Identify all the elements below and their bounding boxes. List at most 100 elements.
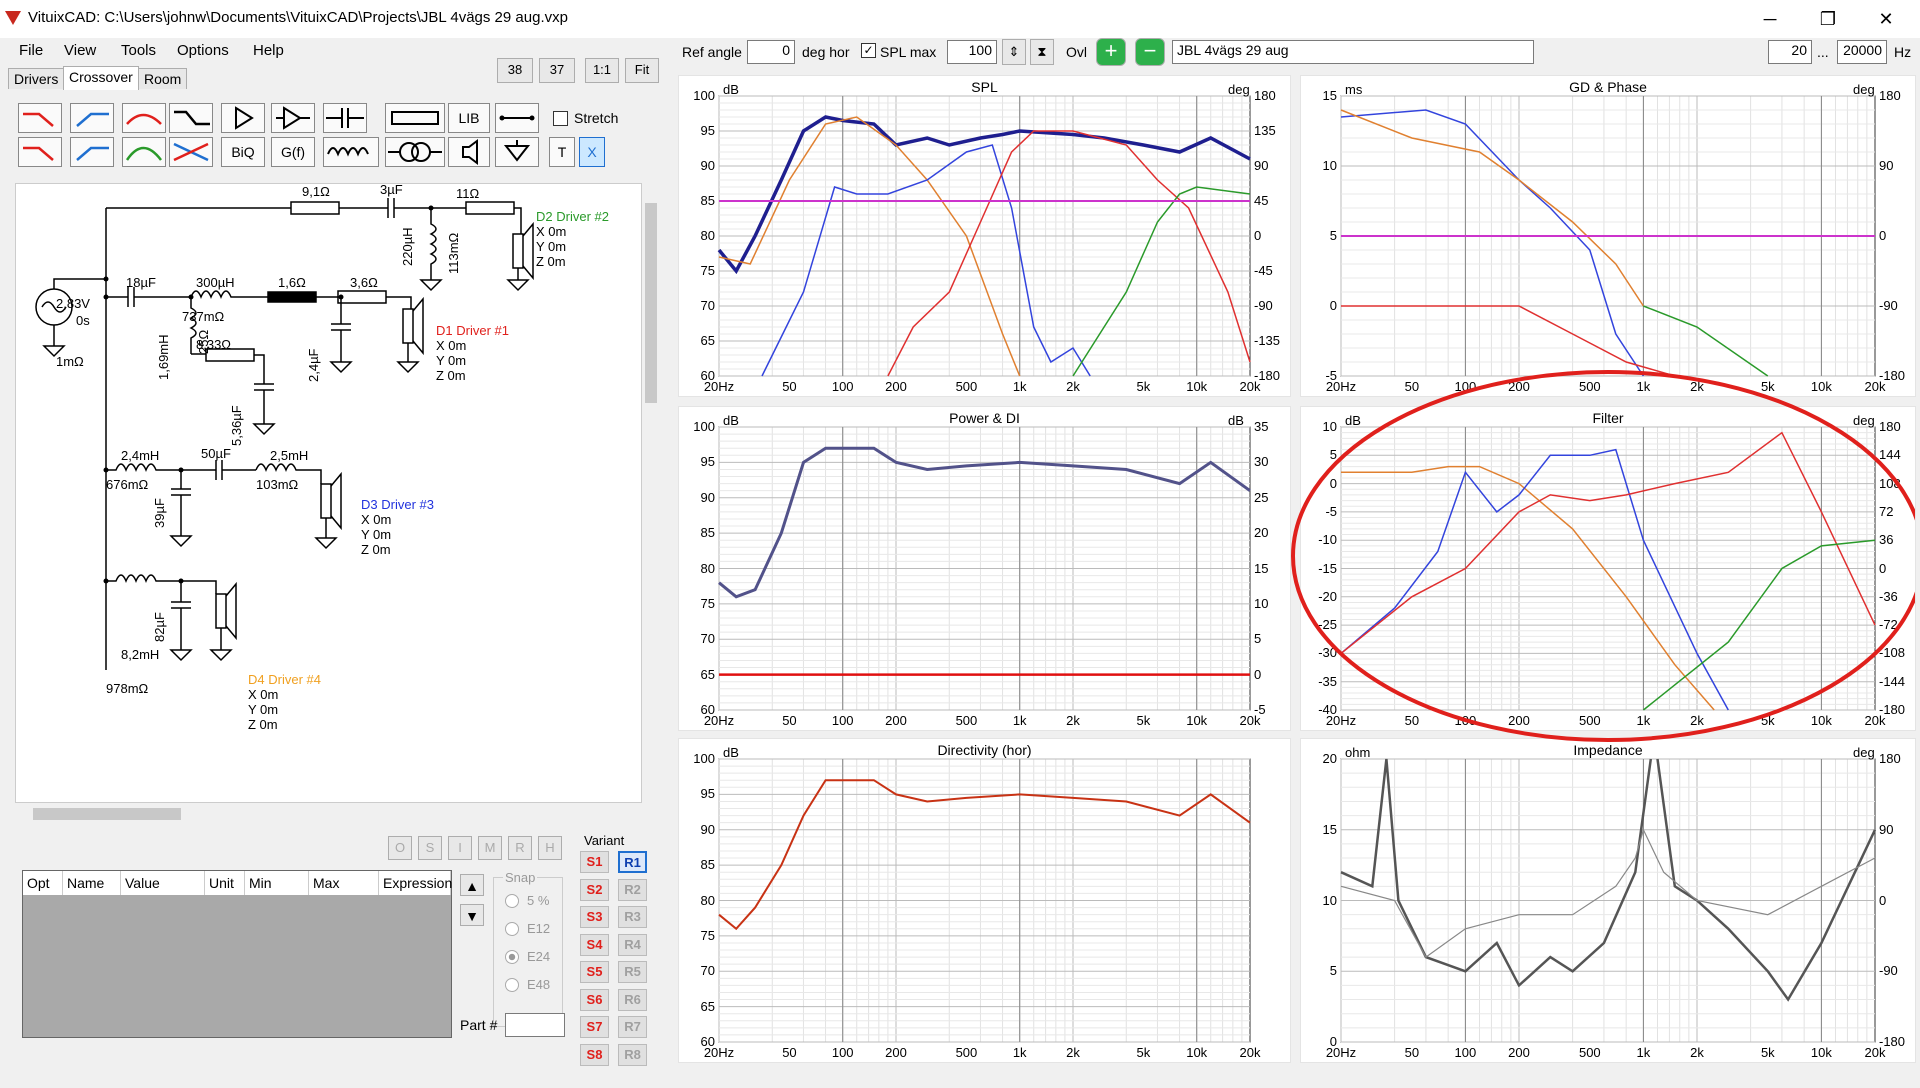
delete-tool[interactable]: X [579, 137, 605, 167]
menu-options[interactable]: Options [173, 40, 233, 61]
component-label[interactable]: 113mΩ [446, 233, 461, 274]
project-name-input[interactable]: JBL 4vägs 29 aug [1172, 40, 1534, 64]
bandpass-tool[interactable] [122, 103, 166, 133]
capacitor-tool[interactable] [323, 103, 367, 133]
resistor-tool[interactable] [385, 103, 445, 133]
spl-fit-icon[interactable]: ⧗ [1030, 39, 1054, 65]
snap-radio-e12[interactable] [505, 922, 519, 936]
overlay-add-button[interactable]: + [1096, 38, 1126, 66]
component-label[interactable]: 300µH [196, 275, 235, 290]
overlay-remove-button[interactable]: − [1135, 38, 1165, 66]
spl-max-checkbox[interactable]: ✓ [861, 43, 876, 58]
wire-tool[interactable] [495, 103, 539, 133]
minimize-button[interactable]: ─ [1750, 4, 1790, 34]
variant-s7-button[interactable]: S7 [580, 1016, 609, 1038]
component-label[interactable]: 39µF [152, 498, 167, 528]
menu-file[interactable]: File [15, 40, 47, 61]
column-header[interactable]: Value [121, 871, 205, 895]
power-di-graph[interactable]: Power & DI dB dB 100 95 90 85 80 75 70 65 60 35 30 25 2… [678, 406, 1291, 731]
component-label[interactable]: 11Ω [456, 186, 479, 201]
spl-spinner-icon[interactable]: ⇕ [1002, 39, 1026, 65]
close-button[interactable]: ✕ [1866, 4, 1906, 34]
transformer-tool[interactable] [385, 137, 445, 167]
move-up-button[interactable]: ▲ [460, 874, 484, 896]
optimizer-i-button[interactable]: I [448, 836, 472, 860]
component-label[interactable]: 1,69mH [156, 334, 171, 380]
variant-r6-button[interactable]: R6 [618, 989, 647, 1011]
component-label[interactable]: 82µF [152, 612, 167, 642]
optimizer-h-button[interactable]: H [538, 836, 562, 860]
spl-max-input[interactable]: 100 [947, 40, 997, 64]
component-label[interactable]: 2,4µF [306, 348, 321, 382]
amplifier-tool[interactable] [271, 103, 315, 133]
column-header[interactable]: Name [63, 871, 121, 895]
component-label[interactable]: 1,6Ω [278, 275, 306, 290]
column-header[interactable]: Expression [379, 871, 452, 895]
snap-radio-e48[interactable] [505, 978, 519, 992]
optimizer-r-button[interactable]: R [508, 836, 532, 860]
highpass-alt-tool[interactable] [70, 137, 114, 167]
zoom-1to1-button[interactable]: 1:1 [585, 58, 619, 83]
column-header[interactable]: Min [245, 871, 309, 895]
ref-angle-input[interactable]: 0 [747, 40, 795, 64]
text-tool[interactable]: T [549, 137, 575, 167]
freq-max-input[interactable]: 20000 [1837, 40, 1887, 64]
zoom-fit-button[interactable]: Fit [625, 58, 659, 83]
variant-r4-button[interactable]: R4 [618, 934, 647, 956]
spl-graph[interactable]: SPL dB deg 100 95 90 85 80 75 70 65 60 180 135 90 45 0 -4… [678, 75, 1291, 397]
variant-s3-button[interactable]: S3 [580, 906, 609, 928]
variant-s6-button[interactable]: S6 [580, 989, 609, 1011]
schematic-canvas[interactable]: 2,83V 0s 1mΩ 9,1Ω 3µF 11Ω 220µH 113mΩ 18… [15, 183, 642, 803]
optimizer-m-button[interactable]: M [478, 836, 502, 860]
library-button[interactable]: LIB [448, 103, 490, 133]
impedance-graph[interactable]: Impedance ohm deg 20 15 10 5 0 180 90 0 -90 -180 20Hz… [1300, 738, 1916, 1063]
snap-radio-5pct[interactable] [505, 894, 519, 908]
stretch-checkbox[interactable] [553, 111, 568, 126]
driver-d3[interactable]: D3 Driver #3 X 0m Y 0m Z 0m [361, 497, 434, 557]
driver-tool[interactable] [448, 137, 490, 167]
component-label[interactable]: 8,33Ω [196, 337, 231, 352]
driver-d1[interactable]: D1 Driver #1 X 0m Y 0m Z 0m [436, 323, 509, 383]
component-label[interactable]: 18µF [126, 275, 156, 290]
tab-room[interactable]: Room [138, 68, 188, 89]
component-label[interactable]: 220µH [400, 227, 415, 266]
directivity-graph[interactable]: Directivity (hor) dB 100 95 90 85 80 75 70 65 60 20… [678, 738, 1291, 1063]
driver-d2[interactable]: D2 Driver #2 X 0m Y 0m Z 0m [536, 209, 609, 269]
variant-r2-button[interactable]: R2 [618, 879, 647, 901]
variant-r3-button[interactable]: R3 [618, 906, 647, 928]
menu-help[interactable]: Help [249, 40, 288, 61]
variant-s4-button[interactable]: S4 [580, 934, 609, 956]
bandpass-green-tool[interactable] [122, 137, 166, 167]
move-down-button[interactable]: ▼ [460, 904, 484, 926]
component-label[interactable]: 2,4mH [121, 448, 159, 463]
optimizer-o-button[interactable]: O [388, 836, 412, 860]
component-label[interactable]: 3µF [380, 184, 403, 197]
component-label[interactable]: 9,1Ω [302, 184, 330, 199]
optimizer-table[interactable]: Opt Name Value Unit Min Max Expression [22, 870, 452, 1038]
gain-tool[interactable] [221, 103, 265, 133]
component-label[interactable]: 50µF [201, 446, 231, 461]
column-header[interactable]: Max [309, 871, 379, 895]
schematic-vscroll[interactable] [643, 183, 659, 803]
column-header[interactable]: Opt [23, 871, 63, 895]
component-label[interactable]: 3,6Ω [350, 275, 378, 290]
menu-view[interactable]: View [60, 40, 100, 61]
snap-radio-e24[interactable] [505, 950, 519, 964]
shelf-tool[interactable] [169, 103, 213, 133]
variant-r8-button[interactable]: R8 [618, 1044, 647, 1066]
component-label[interactable]: 978mΩ [106, 681, 148, 696]
variant-s2-button[interactable]: S2 [580, 879, 609, 901]
zoom-37-button[interactable]: 37 [539, 58, 575, 83]
variant-r1-button[interactable]: R1 [618, 851, 647, 873]
schematic-hscroll[interactable] [15, 806, 642, 822]
variant-r5-button[interactable]: R5 [618, 961, 647, 983]
gd-phase-graph[interactable]: GD & Phase ms deg 15 10 5 0 -5 180 90 0 -90 -180 20Hz… [1300, 75, 1916, 397]
variant-s1-button[interactable]: S1 [580, 851, 609, 873]
restore-button[interactable]: ❐ [1808, 4, 1848, 34]
transfer-function-button[interactable]: G(f) [271, 137, 315, 167]
freq-min-input[interactable]: 20 [1768, 40, 1812, 64]
component-label[interactable]: 5,36µF [229, 405, 244, 446]
menu-tools[interactable]: Tools [117, 40, 160, 61]
inductor-tool[interactable] [323, 137, 379, 167]
variant-r7-button[interactable]: R7 [618, 1016, 647, 1038]
